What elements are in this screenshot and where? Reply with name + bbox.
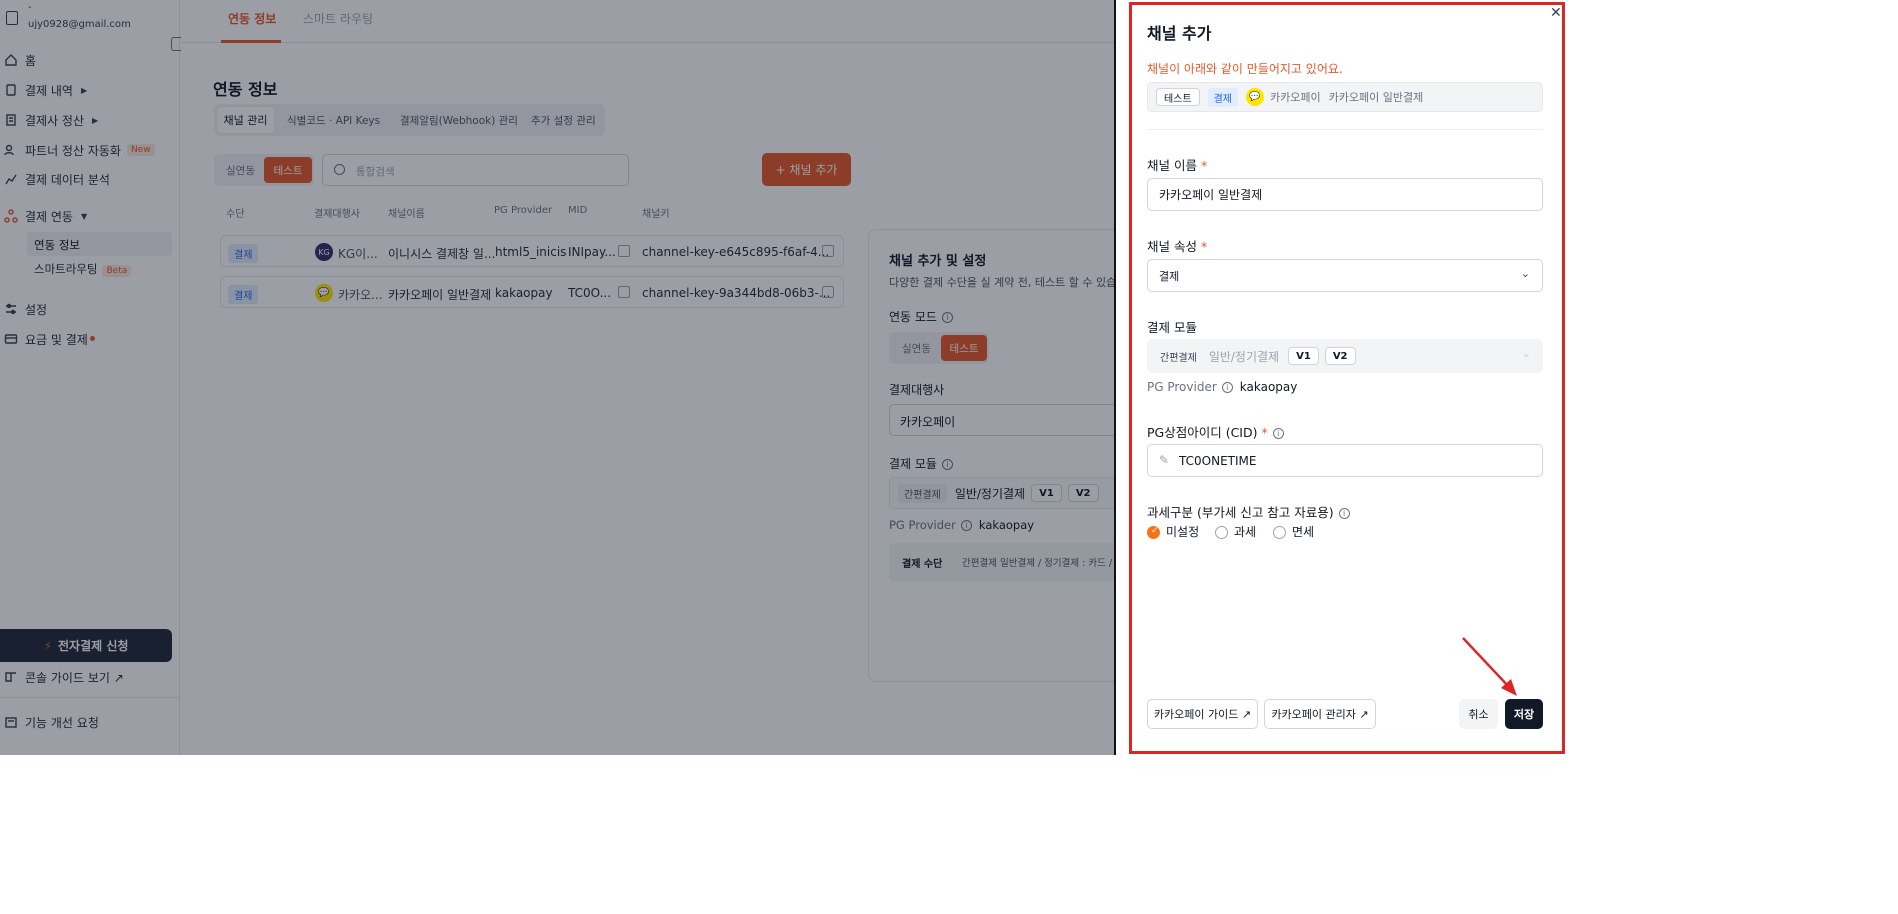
modal-backdrop[interactable] — [0, 0, 1114, 755]
red-arrow-icon — [1462, 637, 1517, 696]
